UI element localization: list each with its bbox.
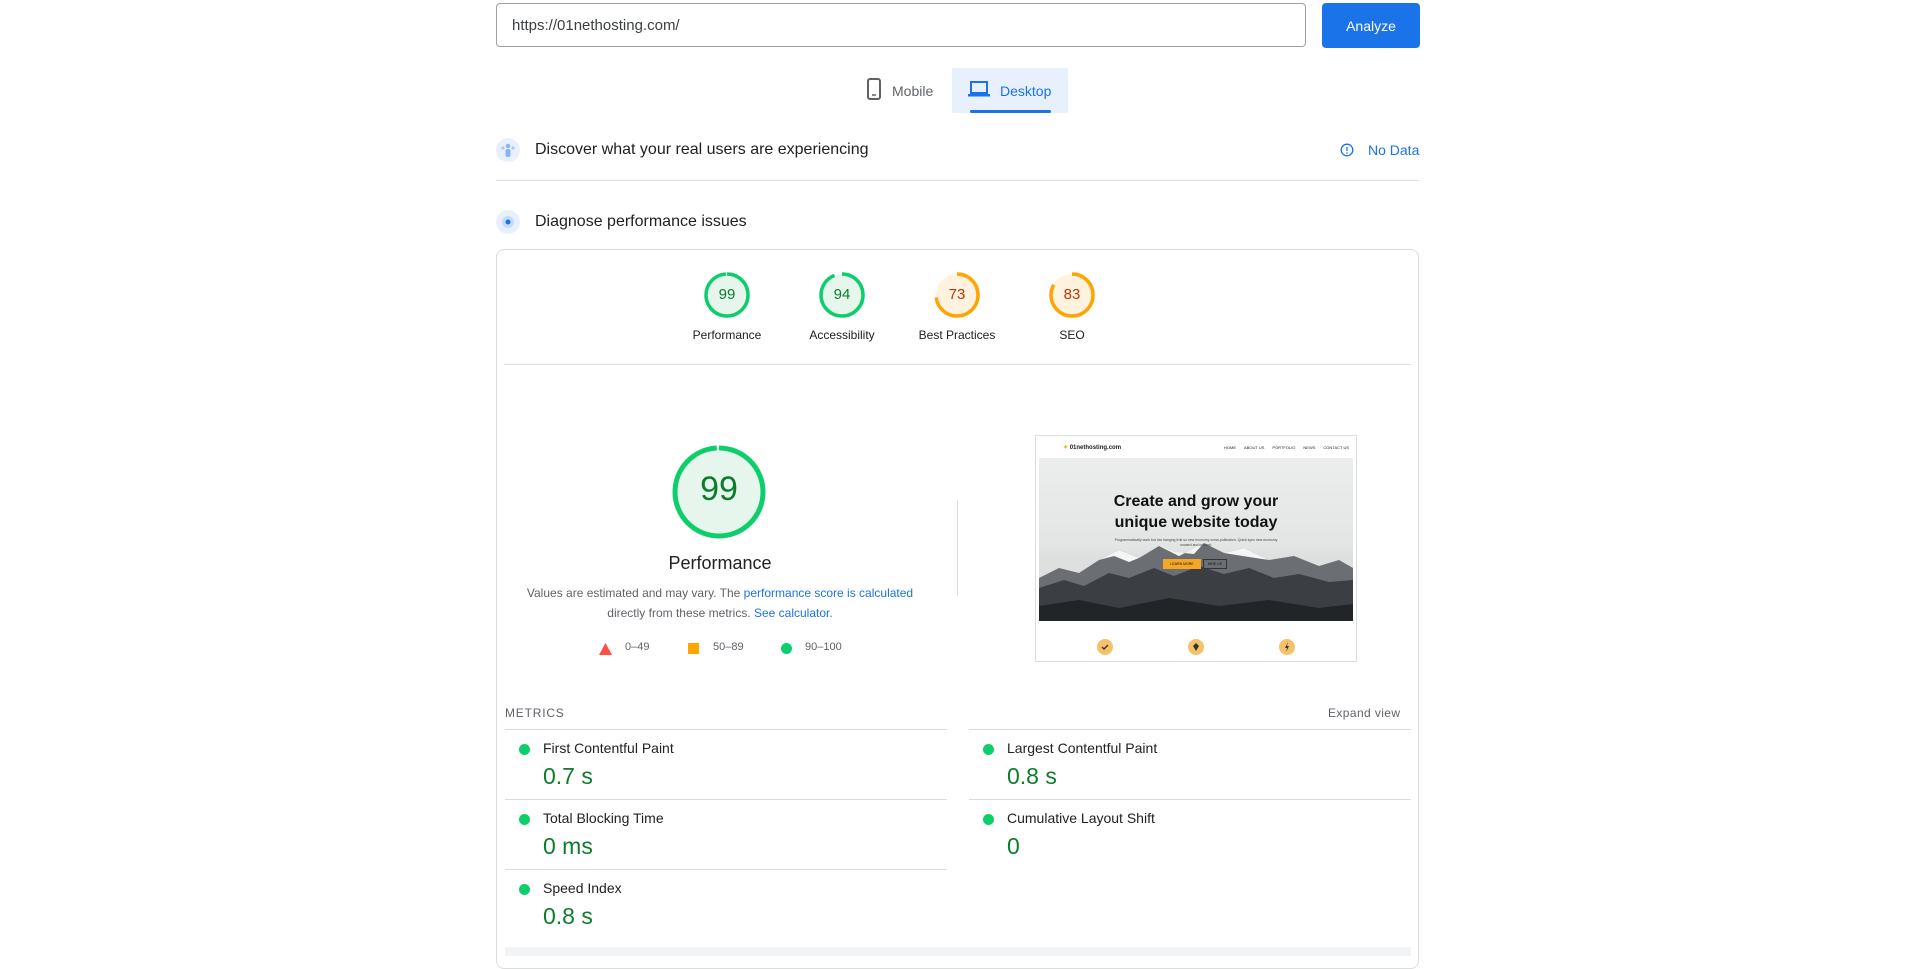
metric-item: First Contentful Paint 0.7 s bbox=[505, 730, 947, 799]
legend-average-label: 50–89 bbox=[713, 641, 744, 653]
see-calculator-link[interactable]: See calculator. bbox=[754, 606, 833, 620]
score-label: Accessibility bbox=[809, 328, 875, 342]
pass-status-icon bbox=[519, 744, 530, 755]
metric-item: Cumulative Layout Shift 0 bbox=[969, 800, 1411, 869]
legend-fail-label: 0–49 bbox=[625, 641, 650, 653]
legend-fail-icon bbox=[599, 642, 612, 660]
section-divider bbox=[496, 180, 1419, 181]
score-gauge-accessibility[interactable]: 94 Accessibility bbox=[787, 271, 897, 342]
screenshot-feature-icon bbox=[1097, 639, 1113, 655]
screenshot-logo: ✦ 01nethosting.com bbox=[1063, 445, 1122, 451]
performance-description: Values are estimated and may vary. The p… bbox=[520, 583, 920, 623]
metric-label: First Contentful Paint bbox=[543, 740, 674, 756]
info-icon[interactable] bbox=[1340, 143, 1354, 162]
screenshot-learn-more: LEARN MORE bbox=[1163, 559, 1201, 569]
metric-value: 0.8 s bbox=[1007, 763, 1057, 789]
performance-score-link[interactable]: performance score is calculated bbox=[744, 586, 913, 600]
metric-value: 0.8 s bbox=[543, 903, 593, 929]
screenshot-feature-icon bbox=[1188, 639, 1204, 655]
score-label: Performance bbox=[692, 328, 762, 342]
field-data-title: Discover what your real users are experi… bbox=[535, 141, 869, 158]
legend-pass-icon bbox=[781, 643, 792, 654]
final-screenshot[interactable]: ✦ 01nethosting.com HOME ABOUT US PORTFOLIO… bbox=[1035, 435, 1357, 662]
tab-mobile-label: Mobile bbox=[892, 82, 934, 99]
metrics-header: METRICS bbox=[505, 706, 565, 720]
tab-desktop-label: Desktop bbox=[1000, 82, 1052, 99]
diagnose-icon bbox=[496, 210, 520, 239]
score-value: 94 bbox=[833, 286, 851, 303]
screenshot-feature-icon bbox=[1279, 639, 1295, 655]
gauges-divider bbox=[504, 364, 1411, 365]
pass-status-icon bbox=[983, 744, 994, 755]
lab-data-title: Diagnose performance issues bbox=[535, 213, 747, 230]
analyze-button[interactable]: Analyze bbox=[1322, 3, 1420, 48]
tab-active-indicator bbox=[970, 110, 1051, 113]
main-gauge-label: Performance bbox=[668, 553, 772, 573]
next-section-bar bbox=[505, 947, 1411, 956]
expand-view-toggle[interactable]: Expand view bbox=[1328, 706, 1400, 720]
tab-mobile[interactable]: Mobile bbox=[856, 68, 952, 113]
pass-status-icon bbox=[983, 814, 994, 825]
score-label: SEO bbox=[1059, 328, 1085, 342]
score-gauge-best-practices[interactable]: 73 Best Practices bbox=[902, 271, 1012, 342]
screenshot-hire-us: HIRE US bbox=[1203, 559, 1227, 569]
metric-label: Cumulative Layout Shift bbox=[1007, 810, 1155, 826]
metric-label: Total Blocking Time bbox=[543, 810, 664, 826]
metric-value: 0 ms bbox=[543, 833, 593, 859]
field-data-status: No Data bbox=[1368, 142, 1420, 158]
score-label: Best Practices bbox=[918, 328, 996, 342]
vertical-divider bbox=[957, 500, 958, 596]
score-value: 83 bbox=[1063, 286, 1081, 303]
screenshot-subtext: Programmatically work but low hanging fr… bbox=[1114, 538, 1278, 547]
screenshot-headline: Create and grow your unique website today bbox=[1113, 493, 1279, 531]
score-gauge-performance[interactable]: 99 Performance bbox=[672, 271, 782, 342]
metric-label: Largest Contentful Paint bbox=[1007, 740, 1158, 756]
metric-item: Speed Index 0.8 s bbox=[505, 870, 947, 939]
legend-pass-label: 90–100 bbox=[805, 641, 842, 653]
score-value: 99 bbox=[718, 286, 736, 303]
legend-average-icon bbox=[688, 643, 699, 654]
laptop-icon bbox=[968, 80, 990, 101]
metric-label: Speed Index bbox=[543, 880, 622, 896]
metric-item: Largest Contentful Paint 0.8 s bbox=[969, 730, 1411, 799]
url-input[interactable]: https://01nethosting.com/ bbox=[496, 3, 1306, 47]
screenshot-hero: Create and grow your unique website today… bbox=[1039, 458, 1353, 621]
smartphone-icon bbox=[866, 78, 882, 103]
performance-main-gauge: 99 bbox=[671, 444, 767, 545]
screenshot-nav: HOME ABOUT US PORTFOLIO NEWS CONTACT US bbox=[1224, 445, 1350, 450]
score-gauge-seo[interactable]: 83 SEO bbox=[1017, 271, 1127, 342]
main-gauge-value: 99 bbox=[700, 470, 738, 508]
field-data-icon bbox=[496, 138, 520, 167]
metric-value: 0 bbox=[1007, 833, 1020, 859]
description-middle: directly from these metrics. bbox=[607, 606, 754, 620]
metric-item: Total Blocking Time 0 ms bbox=[505, 800, 947, 869]
url-input-value: https://01nethosting.com/ bbox=[512, 16, 680, 34]
metric-value: 0.7 s bbox=[543, 763, 593, 789]
description-prefix: Values are estimated and may vary. The bbox=[526, 586, 744, 600]
tab-desktop[interactable]: Desktop bbox=[952, 68, 1068, 113]
pass-status-icon bbox=[519, 814, 530, 825]
pass-status-icon bbox=[519, 884, 530, 895]
score-value: 73 bbox=[948, 286, 966, 303]
